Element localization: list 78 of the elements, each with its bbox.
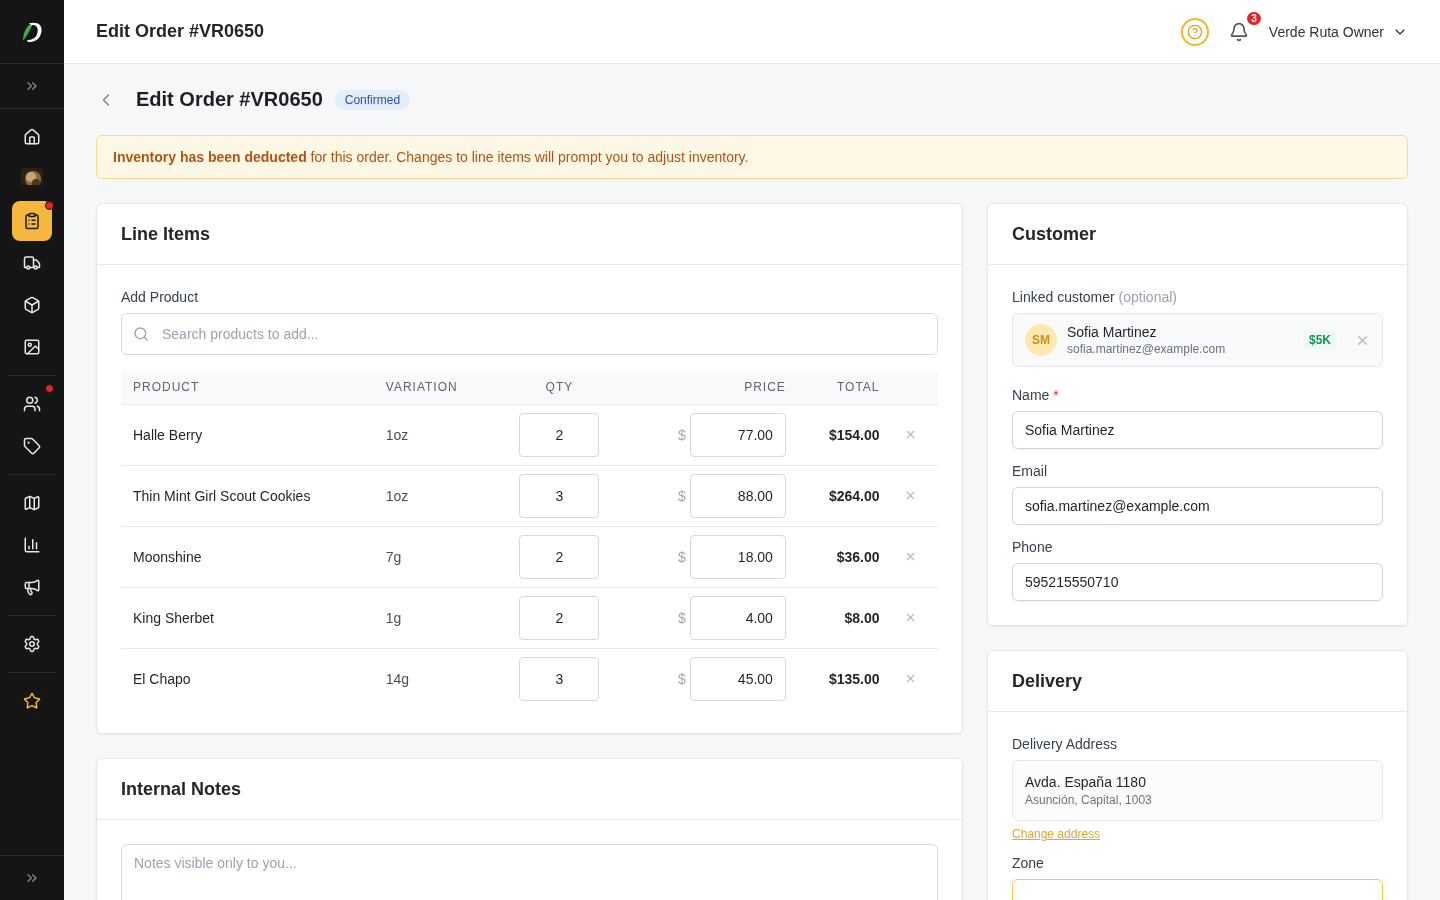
product-cell: El Chapo [121,648,374,709]
product-cell: Moonshine [121,526,374,587]
text-field[interactable]: sofia.martinez@example.com [1012,487,1383,525]
column-header: TOTAL [797,371,892,404]
price-field[interactable]: 88.00 [689,473,786,518]
card-title: Delivery [988,651,1407,712]
variation-cell: 1oz [373,404,495,465]
field-label: Email [1012,463,1048,479]
total-cell: $135.00 [797,648,892,709]
status-badge: Confirmed [334,89,411,110]
currency-symbol: $ [677,670,686,687]
notes-field[interactable]: Notes visible only to you... [121,844,938,900]
megaphone-icon [23,578,41,596]
total-cell: $264.00 [797,465,892,526]
bell-icon [1228,21,1249,42]
currency-symbol: $ [677,609,686,626]
price-field[interactable]: 77.00 [689,412,786,457]
variation-cell: 1oz [373,465,495,526]
quantity-field[interactable]: 2 [519,595,600,640]
box-icon [23,296,41,314]
address-line: Avda. España 1180 [1025,774,1147,790]
currency-symbol: $ [677,426,686,443]
column-header: PRODUCT [121,371,374,404]
bar-chart-icon [23,536,41,554]
tag-icon [23,437,41,455]
settings-icon [23,635,41,653]
price-field[interactable]: 45.00 [689,656,786,701]
quantity-field[interactable]: 3 [519,473,600,518]
users-icon [23,395,41,413]
card-title: Customer [988,204,1407,265]
total-cell: $36.00 [797,526,892,587]
home-icon [23,128,41,146]
product-cell: Halle Berry [121,404,374,465]
field-label: Delivery Address [1012,736,1119,752]
text-field[interactable]: Sofia Martinez [1012,411,1383,449]
text-field[interactable]: 595215550710 [1012,563,1383,601]
price-field[interactable]: 18.00 [689,534,786,579]
field-label: Linked customer (optional) [1012,289,1178,305]
variation-cell: 14g [373,648,495,709]
column-header: PRICE [624,371,798,404]
price-field[interactable]: 4.00 [689,595,786,640]
help-icon [1186,23,1203,40]
value-badge: $5K [1303,331,1337,349]
star-icon [23,692,41,710]
sidebar-item[interactable] [12,201,52,241]
page-title: Edit Order #VR0650 [136,88,323,111]
user-menu[interactable]: Verde Ruta Owner [1268,23,1408,40]
notification-count: 3 [1247,11,1261,25]
header-title: Edit Order #VR0650 [96,21,266,42]
field-label: Add Product [121,289,200,305]
currency-symbol: $ [677,487,686,504]
image-icon [23,338,41,356]
truck-icon [23,254,41,272]
quantity-field[interactable]: 2 [519,534,600,579]
card-title: Line Items [97,204,962,265]
total-cell: $8.00 [797,587,892,648]
customer-name: Sofia Martinez [1067,324,1158,340]
quantity-field[interactable]: 3 [519,656,600,701]
field-label: Phone [1012,539,1054,555]
address-line: Asunción, Capital, 1003 [1025,793,1153,807]
variation-cell: 1g [373,587,495,648]
currency-symbol: $ [677,548,686,565]
field-label: Name * [1012,387,1060,403]
initials-avatar: SM [1025,324,1057,356]
quantity-field[interactable]: 2 [519,412,600,457]
map-icon [23,494,41,512]
variation-cell: 7g [373,526,495,587]
customer-email: sofia.martinez@example.com [1067,342,1227,356]
clipboard-icon [23,212,41,230]
column-header: QTY [494,371,625,404]
card-title: Internal Notes [97,759,962,820]
total-cell: $154.00 [797,404,892,465]
inventory-alert: Inventory has been deducted for this order. Changes to line items will prompt you to adjust inventory. [96,135,1408,179]
column-header: VARIATION [373,371,495,404]
product-cell: Thin Mint Girl Scout Cookies [121,465,374,526]
product-cell: King Sherbet [121,587,374,648]
product-search-field[interactable]: Search products to add... [121,313,938,355]
field-label: Zone [1012,855,1045,871]
